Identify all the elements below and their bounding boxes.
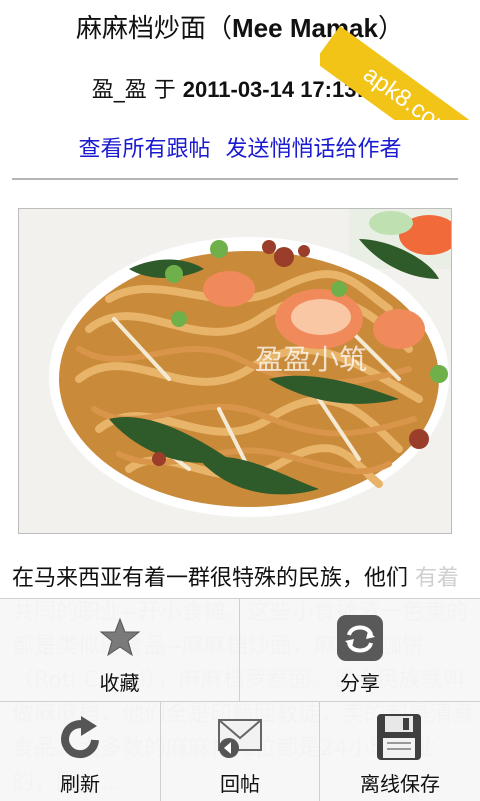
reply-mail-icon bbox=[218, 719, 262, 758]
apk8-badge: apk8.com bbox=[320, 0, 480, 120]
view-all-replies-link[interactable]: 查看所有跟帖 bbox=[78, 137, 210, 162]
post-photo[interactable]: 盈盈小筑 bbox=[18, 208, 452, 534]
refresh-icon bbox=[61, 716, 99, 759]
menu-offline-save-label: 离线保存 bbox=[360, 772, 440, 796]
post-title-chinese: 麻麻档炒面（ bbox=[76, 14, 233, 44]
options-menu: 收藏 分享 刷新 回帖 离线保存 bbox=[0, 598, 480, 801]
share-icon bbox=[337, 615, 383, 661]
post-links: 查看所有跟帖 发送悄悄话给作者 bbox=[0, 134, 480, 166]
photo-watermark: 盈盈小筑 bbox=[255, 343, 367, 376]
menu-favorite[interactable]: 收藏 bbox=[0, 599, 239, 701]
post-body-first-line: 在马来西亚有着一群很特殊的民族，他们 bbox=[12, 566, 409, 591]
author-separator: 于 bbox=[153, 78, 176, 103]
menu-refresh[interactable]: 刷新 bbox=[0, 702, 160, 801]
apk8-badge-text: apk8.com bbox=[320, 26, 480, 120]
menu-share[interactable]: 分享 bbox=[240, 599, 480, 701]
menu-favorite-label: 收藏 bbox=[99, 671, 140, 695]
menu-reply[interactable]: 回帖 bbox=[161, 702, 319, 801]
divider bbox=[12, 178, 458, 180]
menu-offline-save[interactable]: 离线保存 bbox=[320, 702, 480, 801]
post-author[interactable]: 盈_盈 bbox=[92, 78, 147, 103]
menu-reply-label: 回帖 bbox=[220, 772, 260, 796]
star-icon bbox=[99, 617, 141, 657]
message-author-link[interactable]: 发送悄悄话给作者 bbox=[226, 137, 402, 162]
menu-refresh-label: 刷新 bbox=[60, 772, 100, 796]
save-disk-icon bbox=[377, 714, 421, 760]
menu-share-label: 分享 bbox=[340, 671, 380, 695]
noodle-dish-image: 盈盈小筑 bbox=[19, 209, 451, 533]
